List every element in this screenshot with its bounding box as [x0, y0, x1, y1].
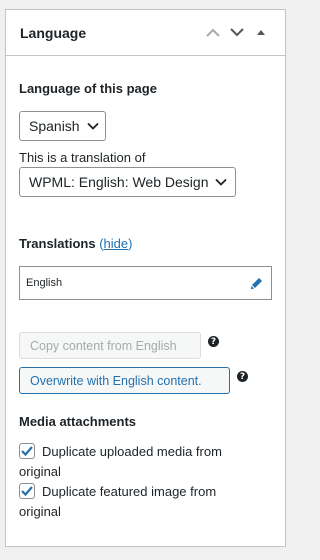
move-down-button[interactable]	[225, 21, 249, 45]
duplicate-media-option: Duplicate uploaded media from	[19, 442, 272, 462]
duplicate-media-label: Duplicate uploaded media from	[42, 444, 222, 459]
panel-header: Language	[6, 10, 285, 56]
translations-heading: Translations	[19, 236, 96, 251]
duplicate-media-checkbox[interactable]	[19, 443, 35, 459]
chevron-up-icon	[206, 28, 220, 37]
chevron-down-icon	[215, 178, 228, 186]
panel-body: Language of this page Spanish This is a …	[6, 56, 285, 522]
chevron-down-icon	[230, 28, 244, 37]
chevron-down-icon	[86, 122, 99, 130]
translation-language: English	[26, 277, 63, 289]
overwrite-row: Overwrite with English content. ?	[19, 367, 272, 394]
duplicate-featured-checkbox[interactable]	[19, 483, 35, 499]
pencil-icon[interactable]	[250, 277, 263, 290]
copy-row: Copy content from English ?	[19, 332, 272, 359]
hide-translations-link[interactable]: hide	[104, 236, 129, 251]
duplicate-media-label-cont: original	[19, 464, 61, 479]
language-panel: Language Language of this page Spanish T…	[5, 9, 286, 547]
translation-row: English	[19, 266, 272, 300]
checkmark-icon	[21, 446, 33, 457]
help-icon[interactable]: ?	[208, 336, 219, 347]
overwrite-button[interactable]: Overwrite with English content.	[19, 367, 230, 394]
translation-of-label: This is a translation of	[19, 150, 146, 165]
help-icon[interactable]: ?	[237, 371, 248, 382]
duplicate-featured-label-cont: original	[19, 504, 61, 519]
caret-up-icon	[257, 30, 265, 35]
language-select-value: Spanish	[29, 118, 80, 134]
move-up-button[interactable]	[201, 21, 225, 45]
toggle-panel-button[interactable]	[249, 21, 273, 45]
duplicate-featured-label: Duplicate featured image from	[42, 484, 217, 499]
panel-title: Language	[20, 24, 87, 41]
copy-content-button[interactable]: Copy content from English	[19, 332, 201, 359]
media-heading: Media attachments	[19, 414, 137, 429]
close-paren: )	[128, 236, 133, 251]
translation-of-select[interactable]: WPML: English: Web Design	[19, 167, 236, 197]
duplicate-featured-option: Duplicate featured image from	[19, 482, 272, 502]
translations-heading-row: Translations (hide)	[19, 236, 272, 251]
language-select[interactable]: Spanish	[19, 111, 106, 141]
translation-of-value: WPML: English: Web Design	[29, 174, 209, 190]
language-heading: Language of this page	[19, 81, 157, 96]
checkmark-icon	[21, 486, 33, 497]
